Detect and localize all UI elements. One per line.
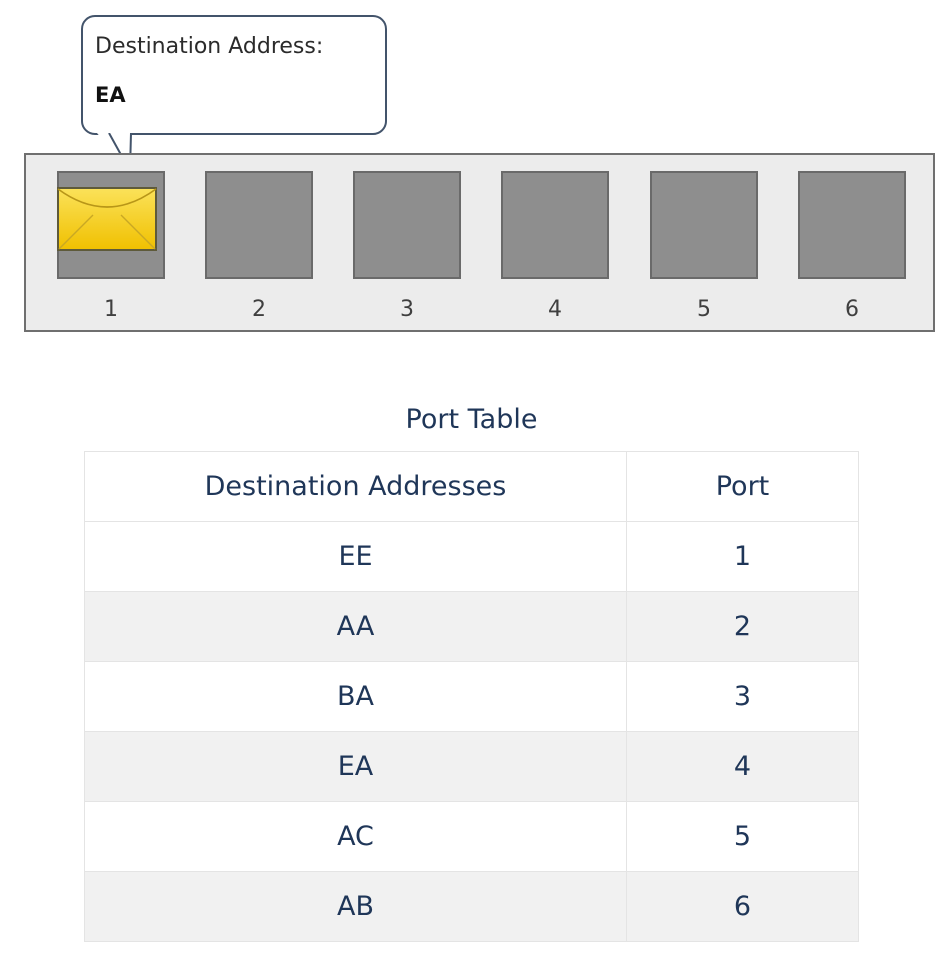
column-header-destination-addresses: Destination Addresses bbox=[84, 451, 627, 522]
switch-port-6 bbox=[798, 171, 906, 279]
address-cell: AB bbox=[84, 871, 627, 942]
address-cell: AA bbox=[84, 591, 627, 662]
port-table-caption: Port Table bbox=[405, 404, 538, 435]
port-number-label: 2 bbox=[252, 297, 266, 322]
column-header-port: Port bbox=[626, 451, 859, 522]
port-number-label: 4 bbox=[548, 297, 562, 322]
table-row: EA 4 bbox=[84, 731, 859, 802]
port-number-label: 5 bbox=[697, 297, 711, 322]
callout-label: Destination Address: bbox=[95, 34, 324, 59]
envelope-icon bbox=[57, 187, 157, 251]
callout-destination-value: EA bbox=[95, 83, 126, 107]
address-cell: EE bbox=[84, 521, 627, 592]
port-cell: 1 bbox=[626, 521, 859, 592]
port-cell: 3 bbox=[626, 661, 859, 732]
table-row: AB 6 bbox=[84, 871, 859, 942]
port-cell: 5 bbox=[626, 801, 859, 872]
table-header-row: Destination Addresses Port bbox=[84, 451, 859, 522]
switch-port-3 bbox=[353, 171, 461, 279]
destination-callout: Destination Address: EA bbox=[81, 15, 387, 135]
port-number-label: 1 bbox=[104, 297, 118, 322]
switch-panel: 1 2 3 4 5 6 bbox=[24, 153, 935, 332]
port-number-label: 3 bbox=[400, 297, 414, 322]
port-cell: 2 bbox=[626, 591, 859, 662]
port-number-label: 6 bbox=[845, 297, 859, 322]
switch-port-2 bbox=[205, 171, 313, 279]
table-row: AA 2 bbox=[84, 591, 859, 662]
port-cell: 6 bbox=[626, 871, 859, 942]
switch-port-4 bbox=[501, 171, 609, 279]
address-cell: BA bbox=[84, 661, 627, 732]
table-row: EE 1 bbox=[84, 521, 859, 592]
table-row: BA 3 bbox=[84, 661, 859, 732]
table-row: AC 5 bbox=[84, 801, 859, 872]
port-cell: 4 bbox=[626, 731, 859, 802]
port-table: Destination Addresses Port EE 1 AA 2 BA … bbox=[84, 451, 859, 942]
switch-port-5 bbox=[650, 171, 758, 279]
address-cell: AC bbox=[84, 801, 627, 872]
address-cell: EA bbox=[84, 731, 627, 802]
